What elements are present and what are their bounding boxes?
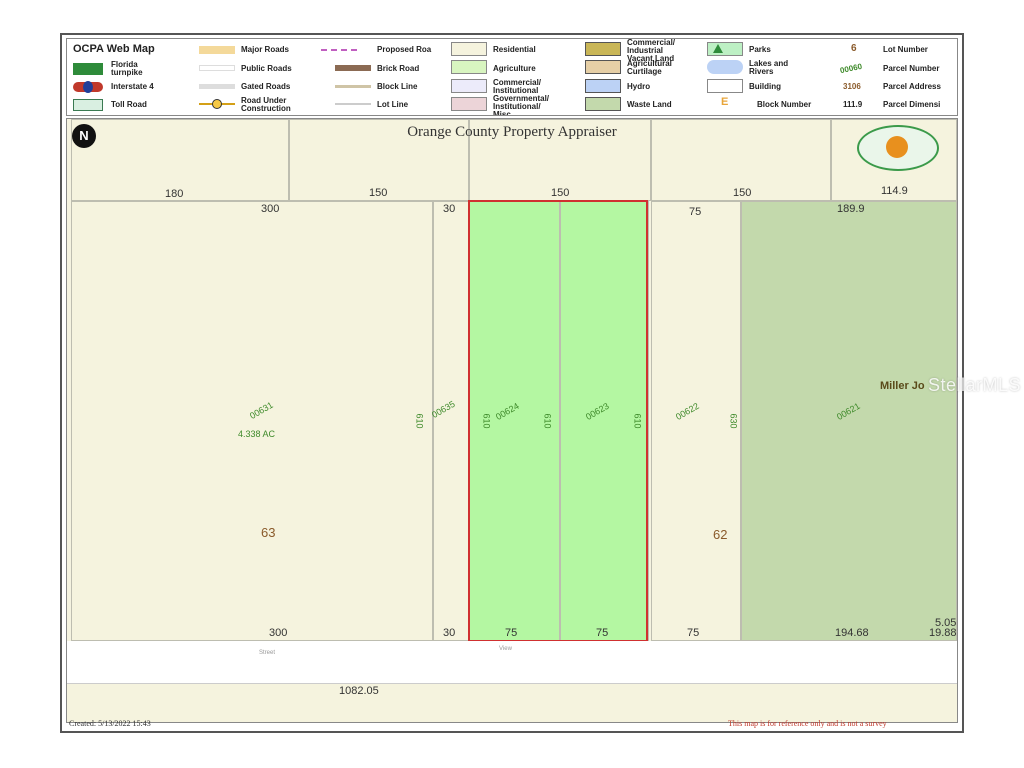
street-label-2: View xyxy=(499,646,512,652)
legend-residential: Residential xyxy=(493,45,536,54)
legend-building: Building xyxy=(749,82,781,91)
legend-major-roads: Major Roads xyxy=(241,45,290,54)
acreage-label: 4.338 AC xyxy=(238,429,276,439)
legend-commercial-institutional: Commercial/ Institutional xyxy=(493,78,542,95)
major-roads-swatch xyxy=(199,46,235,54)
parcel-00622[interactable] xyxy=(651,201,741,641)
parcel-dimension-sample: 111.9 xyxy=(843,100,863,109)
legend-road-under-construction: Road Under Construction xyxy=(241,96,291,113)
legend-title: OCPA Web Map xyxy=(73,43,155,55)
hydro-swatch xyxy=(585,79,621,93)
legend-governmental: Governmental/ Institutional/ Misc xyxy=(493,94,550,116)
dim-label: 114.9 xyxy=(881,185,908,197)
legend-proposed-road: Proposed Roa xyxy=(377,45,432,54)
interstate-shield-icon xyxy=(83,81,93,93)
dim-label: 150 xyxy=(733,187,752,199)
legend-block-number: Block Number xyxy=(757,100,812,109)
block-number-label: 63 xyxy=(261,525,276,540)
dim-label: 189.9 xyxy=(837,203,865,215)
public-roads-swatch xyxy=(199,65,235,71)
dim-label: 75 xyxy=(689,206,702,218)
dim-label: 194.68 xyxy=(835,627,869,639)
selected-parcel-outline xyxy=(468,200,648,642)
lakes-rivers-swatch xyxy=(707,60,743,74)
agriculture-swatch xyxy=(451,60,487,74)
legend-waste-land: Waste Land xyxy=(627,100,672,109)
legend-florida-turnpike: Florida turnpike xyxy=(111,60,143,77)
brick-road-swatch xyxy=(335,65,371,71)
legend-public-roads: Public Roads xyxy=(241,64,292,73)
construction-icon xyxy=(212,99,222,109)
parcel-map[interactable]: Street View Orange County Property Appra… xyxy=(66,118,958,723)
legend-agricultural-curtilage: Agricultural Curtilage xyxy=(627,59,672,76)
created-timestamp: Created: 5/13/2022 15:43 xyxy=(69,719,151,728)
legend-hydro: Hydro xyxy=(627,82,651,91)
legend-interstate4: Interstate 4 xyxy=(111,82,154,91)
map-title: Orange County Property Appraiser xyxy=(407,124,617,140)
parcel-address-label: 630 xyxy=(728,413,739,429)
legend-parcel-address: Parcel Address xyxy=(883,82,941,91)
parcel-00621[interactable] xyxy=(741,201,957,641)
legend-block-line: Block Line xyxy=(377,82,418,91)
dim-label: 30 xyxy=(443,203,456,215)
block-number-label: 62 xyxy=(713,527,728,542)
legend-lot-number: Lot Number xyxy=(883,45,928,54)
commercial-industrial-swatch xyxy=(585,42,621,56)
block-line-swatch xyxy=(335,85,371,88)
legend-parcel-dimension: Parcel Dimensi xyxy=(883,100,941,109)
proposed-road-swatch xyxy=(321,49,357,51)
parcel-00635[interactable] xyxy=(433,201,469,641)
legend-agriculture: Agriculture xyxy=(493,64,536,73)
dim-label: 1082.05 xyxy=(339,685,379,697)
legend-parks: Parks xyxy=(749,45,771,54)
governmental-swatch xyxy=(451,97,487,111)
waste-land-swatch xyxy=(585,97,621,111)
legend-lot-line: Lot Line xyxy=(377,100,409,109)
tree-icon xyxy=(713,44,723,53)
parcel-address-sample: 3106 xyxy=(843,82,861,91)
legend-gated-roads: Gated Roads xyxy=(241,82,291,91)
dim-label: 150 xyxy=(369,187,388,199)
commercial-institutional-swatch xyxy=(451,79,487,93)
legend-lakes-rivers: Lakes and Rivers xyxy=(749,59,789,76)
parcel-address-label: 610 xyxy=(481,413,492,429)
ocpa-seal-logo xyxy=(857,125,939,171)
lot-line-swatch xyxy=(335,103,371,105)
dim-label: 30 xyxy=(443,627,456,639)
dim-label: 300 xyxy=(269,627,288,639)
gated-roads-swatch xyxy=(199,84,235,89)
block-letter-sample: E xyxy=(721,96,729,108)
toll-road-icon xyxy=(73,99,103,111)
parcel-address-label: 610 xyxy=(414,413,425,429)
agricultural-curtilage-swatch xyxy=(585,60,621,74)
street xyxy=(67,641,957,683)
street-label: Street xyxy=(259,650,276,656)
dim-label: 75 xyxy=(505,627,518,639)
watermark: StellarMLS xyxy=(928,375,1022,395)
legend-parcel-number: Parcel Number xyxy=(883,64,940,73)
dim-label: 150 xyxy=(551,187,570,199)
dim-label: 19.88 xyxy=(929,627,957,639)
dim-label: 75 xyxy=(596,627,609,639)
map-legend: OCPA Web Map Florida turnpike Interstate… xyxy=(66,38,958,116)
owner-label: Miller Jo xyxy=(880,380,925,392)
dim-label: 300 xyxy=(261,203,280,215)
dim-label: 180 xyxy=(165,188,184,200)
residential-swatch xyxy=(451,42,487,56)
north-arrow-icon: N xyxy=(72,124,96,148)
parcel-00631[interactable] xyxy=(71,201,433,641)
legend-toll-road: Toll Road xyxy=(111,100,147,109)
dim-label: 75 xyxy=(687,627,700,639)
legend-brick-road: Brick Road xyxy=(377,64,420,73)
parcel-number-sample: 00060 xyxy=(839,61,863,76)
lot-number-sample: 6 xyxy=(851,43,857,54)
building-swatch xyxy=(707,79,743,93)
bottom-block xyxy=(67,683,957,722)
disclaimer: This map is for reference only and is no… xyxy=(728,719,887,728)
turnpike-icon xyxy=(73,63,103,75)
parcel-address-label: 610 xyxy=(542,413,553,429)
parcel-address-label: 610 xyxy=(632,413,643,429)
